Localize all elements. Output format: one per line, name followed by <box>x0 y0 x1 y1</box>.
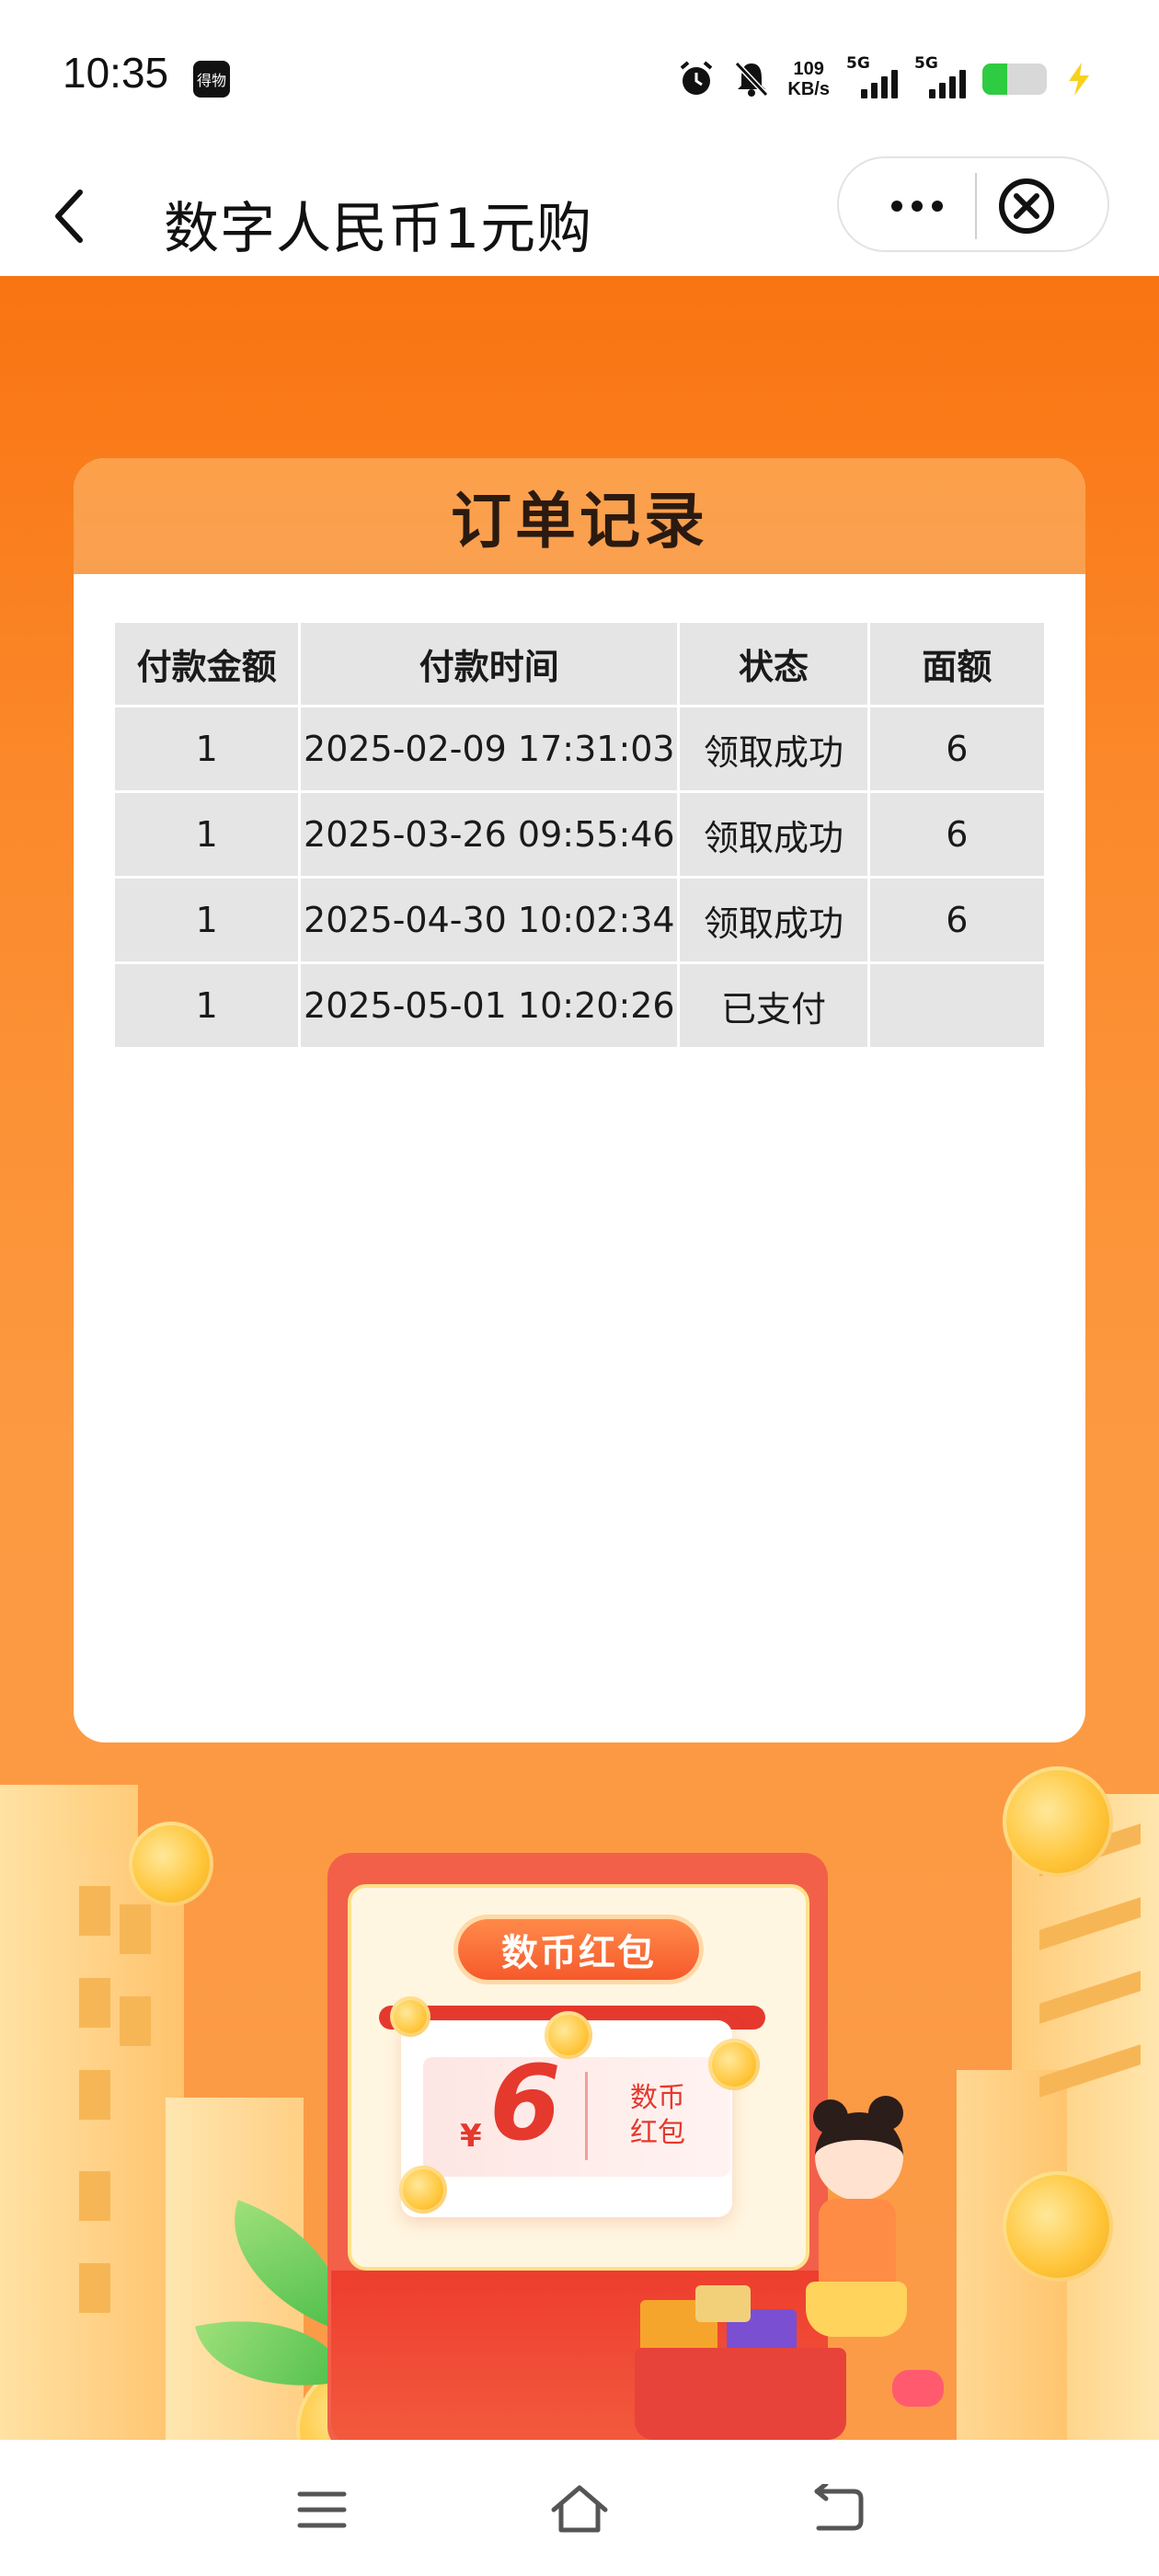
red-packet-label-line2: 红包 <box>630 2117 685 2149</box>
header-face-value: 面额 <box>869 623 1044 705</box>
status-icons: 109 KB/s 5G 5G <box>677 52 1095 107</box>
cell-time: 2025-02-09 17:31:03 <box>301 707 678 790</box>
shopping-cart-icon <box>635 2348 846 2440</box>
coin-icon <box>1003 2171 1113 2282</box>
table-row: 1 2025-03-26 09:55:46 领取成功 6 <box>115 793 1044 876</box>
table-row: 1 2025-04-30 10:02:34 领取成功 6 <box>115 879 1044 961</box>
cell-amount: 1 <box>115 964 299 1047</box>
app-notification-icon: 得物 <box>193 61 230 98</box>
building-window <box>79 2070 110 2120</box>
network-speed-value: 109 <box>793 59 824 79</box>
girl-shoe <box>892 2370 944 2407</box>
building-window <box>79 1886 110 1936</box>
cell-time: 2025-05-01 10:20:26 <box>301 964 678 1047</box>
capsule-divider <box>975 173 977 239</box>
more-button[interactable] <box>876 186 958 226</box>
red-packet-label-line1: 数币 <box>630 2082 685 2114</box>
building-window <box>79 1978 110 2028</box>
back-button[interactable] <box>37 175 101 258</box>
table-header-row: 付款金额 付款时间 状态 面额 <box>115 623 1044 705</box>
card-header: 订单记录 <box>74 458 1085 574</box>
cell-amount: 1 <box>115 707 299 790</box>
red-packet-value: 6 <box>489 2044 561 2164</box>
card-title: 订单记录 <box>451 486 708 557</box>
building-window <box>79 2263 110 2313</box>
coin-icon <box>708 2039 760 2090</box>
header-status: 状态 <box>680 623 867 705</box>
page-title: 数字人民币1元购 <box>164 197 593 261</box>
order-table: 付款金额 付款时间 状态 面额 1 2025-02-09 17:31:03 领取… <box>112 620 1047 1050</box>
coin-icon <box>1003 1766 1113 1877</box>
battery-icon <box>982 63 1047 95</box>
cell-status: 领取成功 <box>680 707 867 790</box>
currency-symbol: ¥ <box>460 2118 482 2155</box>
home-icon <box>551 2485 608 2533</box>
cell-time: 2025-04-30 10:02:34 <box>301 879 678 961</box>
more-dot-icon <box>932 201 943 212</box>
menu-button[interactable] <box>285 2480 359 2539</box>
cell-amount: 1 <box>115 793 299 876</box>
cell-status: 领取成功 <box>680 793 867 876</box>
status-time: 10:35 <box>63 49 169 97</box>
red-packet-label: 数币 红包 <box>607 2081 708 2151</box>
system-nav-bar <box>0 2440 1159 2576</box>
building-window <box>120 1996 151 2046</box>
header-amount: 付款金额 <box>115 623 299 705</box>
alarm-icon <box>677 60 716 98</box>
cell-face-value: 6 <box>869 793 1044 876</box>
network-speed: 109 KB/s <box>787 59 830 99</box>
network-speed-unit: KB/s <box>787 79 830 99</box>
back-icon <box>814 2484 864 2531</box>
red-packet-separator <box>585 2072 588 2160</box>
menu-icon <box>297 2491 347 2528</box>
table-row: 1 2025-02-09 17:31:03 领取成功 6 <box>115 707 1044 790</box>
building-window <box>79 2171 110 2221</box>
cell-face-value: 6 <box>869 879 1044 961</box>
close-circle-icon <box>999 178 1054 234</box>
coin-icon <box>129 1822 213 1906</box>
signal-sim2-icon: 5G <box>914 54 966 98</box>
red-packet-badge: 数币红包 <box>458 1919 699 1980</box>
header-time: 付款时间 <box>301 623 678 705</box>
cell-face-value <box>869 964 1044 1047</box>
nav-header: 数字人民币1元购 <box>0 156 1159 276</box>
mute-bell-icon <box>732 60 771 98</box>
more-dot-icon <box>912 201 923 212</box>
signal-sim1-icon: 5G <box>846 54 898 98</box>
status-bar: 10:35 得物 109 KB/s 5G 5G <box>0 0 1159 156</box>
charging-bolt-icon <box>1063 61 1095 98</box>
coin-icon <box>399 2166 447 2214</box>
girl-skirt <box>806 2282 907 2337</box>
order-record-card: 订单记录 付款金额 付款时间 状态 面额 1 2025-02-09 17:31:… <box>74 458 1085 1742</box>
close-button[interactable] <box>997 177 1056 236</box>
girl-head <box>815 2112 903 2201</box>
battery-fill <box>982 63 1007 95</box>
home-button[interactable] <box>543 2480 616 2539</box>
cell-face-value: 6 <box>869 707 1044 790</box>
gift-box-icon <box>695 2285 751 2322</box>
coin-icon <box>390 1996 430 2037</box>
building-window <box>120 1904 151 1954</box>
cell-status: 领取成功 <box>680 879 867 961</box>
more-dot-icon <box>891 201 902 212</box>
back-nav-button[interactable] <box>800 2480 874 2539</box>
mini-program-capsule <box>837 156 1109 252</box>
table-row: 1 2025-05-01 10:20:26 已支付 <box>115 964 1044 1047</box>
cell-time: 2025-03-26 09:55:46 <box>301 793 678 876</box>
cell-status: 已支付 <box>680 964 867 1047</box>
chevron-left-icon <box>55 190 83 243</box>
cell-amount: 1 <box>115 879 299 961</box>
